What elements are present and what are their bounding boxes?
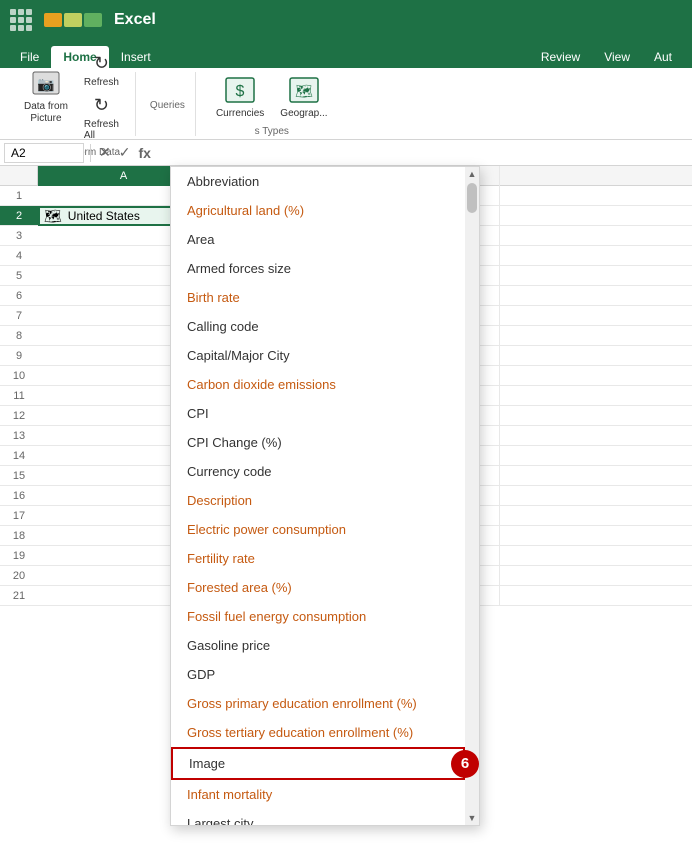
row-header-18: 18 <box>0 526 38 546</box>
row-header-5: 5 <box>0 266 38 286</box>
data-from-picture-button[interactable]: 📷 Data fromPicture <box>18 64 74 128</box>
row-header-3: 3 <box>0 226 38 246</box>
row-header-11: 11 <box>0 386 38 406</box>
geography-cell-icon: 🗺 <box>44 208 62 225</box>
refresh-icon: ↻ <box>89 52 113 76</box>
row-header-1: 1 <box>0 186 38 206</box>
dropdown-item-image[interactable]: Image <box>171 747 465 780</box>
data-types-label: s Types <box>255 126 289 137</box>
dropdown-item-fossil-fuel[interactable]: Fossil fuel energy consumption <box>171 602 465 631</box>
dropdown-item-gross-tertiary[interactable]: Gross tertiary education enrollment (%) <box>171 718 465 747</box>
scroll-down-arrow[interactable]: ▼ <box>465 811 479 825</box>
dropdown-item-area[interactable]: Area <box>171 225 465 254</box>
data-from-picture-label: Data fromPicture <box>24 101 68 125</box>
dropdown-item-calling-code[interactable]: Calling code <box>171 312 465 341</box>
scroll-up-arrow[interactable]: ▲ <box>465 167 479 181</box>
tab-view[interactable]: View <box>592 46 642 68</box>
cell-reference[interactable] <box>4 143 84 163</box>
dropdown-item-gasoline-price[interactable]: Gasoline price <box>171 631 465 660</box>
currencies-button[interactable]: $ Currencies <box>210 71 270 122</box>
row-header-2: 2 <box>0 206 38 226</box>
confirm-formula-icon[interactable]: ✓ <box>117 142 133 163</box>
row-header-10: 10 <box>0 366 38 386</box>
data-from-picture-icon: 📷 <box>30 67 62 99</box>
currencies-icon: $ <box>224 74 256 106</box>
dropdown-item-electric-power[interactable]: Electric power consumption <box>171 515 465 544</box>
ribbon-group-queries: Queries <box>140 72 196 136</box>
queries-label: Queries <box>150 100 185 111</box>
dropdown-item-forested-area[interactable]: Forested area (%) <box>171 573 465 602</box>
spreadsheet-container: 1 2 3 4 5 6 7 8 9 10 11 12 13 14 15 16 1… <box>0 166 692 606</box>
row-header-14: 14 <box>0 446 38 466</box>
row-header-12: 12 <box>0 406 38 426</box>
dropdown-item-description[interactable]: Description <box>171 486 465 515</box>
ribbon-group-data-types: $ Currencies 🗺 Geograp... s Types <box>200 72 344 136</box>
row-header-19: 19 <box>0 546 38 566</box>
refresh-all-button[interactable]: ↻ RefreshAll <box>78 92 125 143</box>
dropdown-item-infant-mortality[interactable]: Infant mortality <box>171 780 465 809</box>
dropdown-item-abbreviation[interactable]: Abbreviation <box>171 167 465 196</box>
dropdown-item-co2[interactable]: Carbon dioxide emissions <box>171 370 465 399</box>
cell-a2-content: 🗺 United States <box>44 208 140 225</box>
dropdown-item-capital-city[interactable]: Capital/Major City <box>171 341 465 370</box>
row-header-21: 21 <box>0 586 38 606</box>
formula-bar: ✕ ✓ fx <box>0 140 692 166</box>
geography-label: Geograp... <box>280 108 327 119</box>
row-header-13: 13 <box>0 426 38 446</box>
svg-text:📷: 📷 <box>37 76 54 93</box>
row-header-8: 8 <box>0 326 38 346</box>
tab-aut[interactable]: Aut <box>642 46 684 68</box>
ribbon-buttons-row: 📷 Data fromPicture ↻ Refresh ↻ RefreshAl… <box>18 50 125 143</box>
formula-bar-divider <box>90 144 91 162</box>
row-header-9: 9 <box>0 346 38 366</box>
scroll-thumb[interactable] <box>467 183 477 213</box>
svg-text:🗺: 🗺 <box>295 83 313 99</box>
excel-logo <box>44 13 102 27</box>
svg-text:$: $ <box>236 83 245 100</box>
dropdown-item-currency-code[interactable]: Currency code <box>171 457 465 486</box>
ribbon: 📷 Data fromPicture ↻ Refresh ↻ RefreshAl… <box>0 68 692 140</box>
dropdown-item-cpi-change[interactable]: CPI Change (%) <box>171 428 465 457</box>
app-title: Excel <box>114 11 156 29</box>
refresh-label: Refresh <box>84 77 119 88</box>
dropdown-item-armed-forces[interactable]: Armed forces size <box>171 254 465 283</box>
app-menu-icon[interactable] <box>10 9 32 31</box>
row-headers-area: 1 2 3 4 5 6 7 8 9 10 11 12 13 14 15 16 1… <box>0 166 38 606</box>
dropdown-item-image-container: Image 6 <box>171 747 465 780</box>
refresh-button[interactable]: ↻ Refresh <box>78 50 125 90</box>
cancel-formula-icon[interactable]: ✕ <box>97 142 113 163</box>
refresh-all-icon: ↻ <box>89 94 113 118</box>
row-header-4: 4 <box>0 246 38 266</box>
formula-icons: ✕ ✓ fx <box>97 142 153 163</box>
currencies-label: Currencies <box>216 108 264 119</box>
data-types-buttons: $ Currencies 🗺 Geograp... <box>210 71 334 122</box>
row-header-15: 15 <box>0 466 38 486</box>
dropdown-item-birth-rate[interactable]: Birth rate <box>171 283 465 312</box>
dropdown-item-agricultural-land[interactable]: Agricultural land (%) <box>171 196 465 225</box>
geography-icon: 🗺 <box>288 74 320 106</box>
insert-function-icon[interactable]: fx <box>136 143 152 163</box>
title-bar: Excel <box>0 0 692 40</box>
row-header-16: 16 <box>0 486 38 506</box>
dropdown-item-gdp[interactable]: GDP <box>171 660 465 689</box>
dropdown-item-gross-primary[interactable]: Gross primary education enrollment (%) <box>171 689 465 718</box>
dropdown-item-cpi[interactable]: CPI <box>171 399 465 428</box>
dropdown-item-largest-city[interactable]: Largest city <box>171 809 465 825</box>
refresh-all-label: RefreshAll <box>84 119 119 141</box>
dropdown-items-list: Abbreviation Agricultural land (%) Area … <box>171 167 479 825</box>
dropdown-item-fertility-rate[interactable]: Fertility rate <box>171 544 465 573</box>
tab-review[interactable]: Review <box>529 46 592 68</box>
step-6-badge: 6 <box>451 750 479 778</box>
row-header-20: 20 <box>0 566 38 586</box>
ribbon-group-get-transform: 📷 Data fromPicture ↻ Refresh ↻ RefreshAl… <box>8 72 136 136</box>
formula-input[interactable] <box>157 145 688 160</box>
cell-a2-value: United States <box>68 209 140 223</box>
row-header-6: 6 <box>0 286 38 306</box>
field-picker-dropdown: Abbreviation Agricultural land (%) Area … <box>170 166 480 826</box>
dropdown-scrollbar[interactable]: ▲ ▼ <box>465 167 479 825</box>
row-header-17: 17 <box>0 506 38 526</box>
corner-header <box>0 166 38 186</box>
row-header-7: 7 <box>0 306 38 326</box>
geography-button[interactable]: 🗺 Geograp... <box>274 71 333 122</box>
